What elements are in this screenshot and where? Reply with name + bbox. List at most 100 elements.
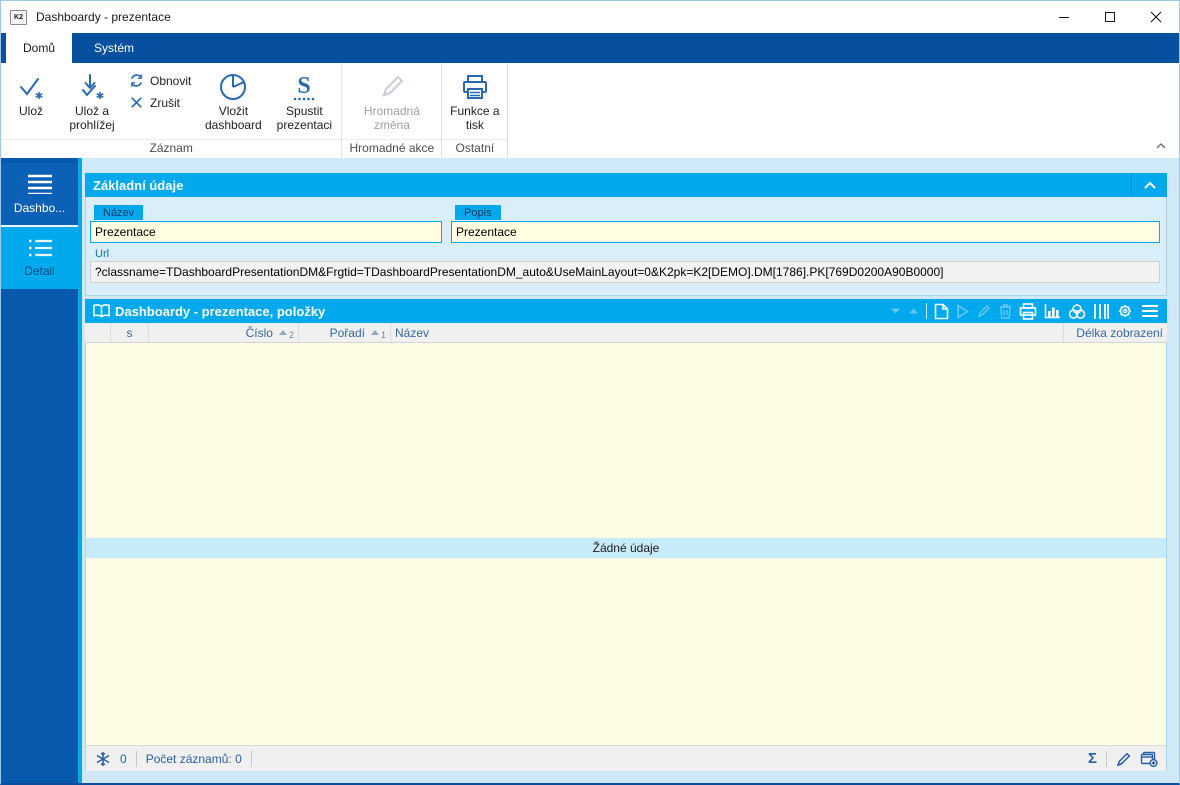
ribbon-collapse-button[interactable] — [1155, 137, 1167, 155]
chart-button[interactable] — [1044, 303, 1061, 319]
close-button[interactable] — [1133, 1, 1179, 33]
column-header-poradi[interactable]: Pořadí 1 — [299, 323, 391, 342]
name-input[interactable] — [90, 221, 442, 243]
cancel-button[interactable]: Zrušit — [129, 95, 191, 110]
grid-body[interactable]: Žádné údaje — [85, 343, 1167, 745]
bulk-edit-pencil-icon — [377, 69, 407, 105]
bulk-change-label: Hromadná změna — [363, 104, 420, 132]
functions-print-button[interactable]: Funkce a tisk — [444, 65, 505, 133]
pie-chart-icon — [217, 69, 249, 105]
insert-dashboard-label: Vložit dashboard — [205, 104, 262, 132]
quick-edit-button[interactable] — [1116, 751, 1132, 767]
name-field-group: Název — [90, 203, 442, 243]
refresh-icon — [129, 73, 144, 88]
chevron-up-icon — [1143, 181, 1156, 189]
sort-order-badge: 2 — [288, 330, 294, 340]
reports-button[interactable] — [1068, 303, 1086, 320]
bulk-change-button: Hromadná změna — [346, 65, 438, 133]
maximize-button[interactable] — [1087, 1, 1133, 33]
content-area: Dashbo... Detail Základní údaje Název Pr… — [1, 158, 1179, 783]
ribbon-group-hromadne-akce: Hromadná změna Hromadné akce — [342, 63, 443, 158]
printer-icon — [460, 69, 490, 105]
group-label-hromadne-akce: Hromadné akce — [342, 139, 442, 158]
basic-panel-title: Základní údaje — [93, 177, 184, 193]
sidebar-item-label: Dashbo... — [13, 200, 66, 215]
run-presentation-button[interactable]: S Spustit prezentaci — [269, 65, 339, 133]
url-field-label: Url — [95, 248, 110, 260]
url-input[interactable] — [90, 261, 1160, 283]
description-input[interactable] — [451, 221, 1160, 243]
save-check-icon — [16, 69, 46, 105]
tab-domu[interactable]: Domů — [6, 33, 73, 63]
group-label-ostatni: Ostatní — [442, 139, 508, 158]
app-window: K2 Dashboardy - prezentace Domů Systém U… — [0, 0, 1180, 785]
statusbar-separator — [135, 750, 137, 767]
menu-bars-icon — [27, 174, 53, 194]
window-controls — [1041, 1, 1179, 33]
description-field-label: Popis — [455, 205, 501, 220]
move-up-button — [908, 307, 919, 315]
run-item-button — [956, 303, 969, 319]
ribbon-group-zaznam: Ulož Ulož a prohlížej Obnovit Zrušit Vlo… — [1, 63, 343, 158]
column-header-marker[interactable] — [85, 323, 111, 342]
sum-button[interactable]: Σ — [1088, 750, 1097, 767]
print-grid-button[interactable] — [1019, 302, 1037, 320]
move-down-button — [890, 307, 901, 315]
minimize-button[interactable] — [1041, 1, 1087, 33]
column-header-delka-zobrazeni[interactable]: Délka zobrazení — [1063, 323, 1167, 342]
add-form-button[interactable] — [1140, 751, 1158, 767]
settings-gear-button[interactable] — [1116, 303, 1134, 320]
grid-menu-button[interactable] — [1141, 304, 1159, 318]
snowflake-icon — [95, 751, 111, 767]
refresh-button[interactable]: Obnovit — [129, 73, 191, 88]
sidebar-item-dashboardy[interactable]: Dashbo... — [1, 163, 78, 227]
cancel-label: Zrušit — [150, 95, 180, 110]
basic-panel-body: Název Popis Url — [85, 197, 1167, 296]
sort-asc-icon — [370, 330, 379, 335]
statusbar-separator — [1106, 750, 1107, 767]
locked-count: 0 — [120, 751, 127, 766]
delete-record-button — [999, 303, 1012, 319]
items-grid-panel: Dashboardy - prezentace, položky s Číslo… — [85, 299, 1167, 771]
run-presentation-label: Spustit prezentaci — [276, 104, 333, 132]
insert-dashboard-button[interactable]: Vložit dashboard — [197, 65, 269, 133]
tab-system[interactable]: Systém — [77, 33, 151, 63]
minimize-icon — [1059, 17, 1069, 18]
grid-toolbar — [890, 302, 1167, 320]
save-button[interactable]: Ulož — [3, 65, 59, 119]
sidebar-item-label: Detail — [24, 263, 55, 278]
new-record-button[interactable] — [934, 303, 949, 320]
columns-button[interactable] — [1093, 303, 1109, 320]
ribbon-tab-band: Domů Systém — [1, 33, 1179, 63]
edit-record-button — [976, 303, 992, 319]
collapse-panel-button[interactable] — [1131, 173, 1167, 197]
close-icon — [1150, 11, 1162, 23]
record-count: Počet záznamů: 0 — [145, 751, 242, 766]
sort-order-badge: 1 — [380, 330, 386, 340]
sidebar-item-detail[interactable]: Detail — [1, 227, 78, 289]
small-button-stack: Obnovit Zrušit — [125, 65, 197, 110]
grid-panel-header: Dashboardy - prezentace, položky — [85, 299, 1167, 323]
ribbon: Ulož Ulož a prohlížej Obnovit Zrušit Vlo… — [1, 63, 1179, 158]
presentation-s-icon: S — [288, 69, 320, 105]
maximize-icon — [1105, 12, 1115, 22]
url-field-group: Url — [90, 248, 1160, 283]
basic-panel-header: Základní údaje — [85, 173, 1167, 197]
save-view-icon — [77, 69, 107, 105]
refresh-label: Obnovit — [150, 73, 192, 88]
column-header-nazev[interactable]: Název — [391, 323, 1063, 342]
ribbon-group-ostatni: Funkce a tisk Ostatní — [442, 63, 509, 158]
group-label-zaznam: Záznam — [1, 139, 342, 158]
column-header-cislo[interactable]: Číslo 2 — [149, 323, 299, 342]
empty-data-message: Žádné údaje — [86, 538, 1166, 558]
column-header-s[interactable]: s — [111, 323, 149, 342]
grid-column-headers: s Číslo 2 Pořadí 1 Název Délka zobrazení — [85, 323, 1167, 343]
save-and-view-label: Ulož a prohlížej — [69, 104, 115, 132]
toolbar-separator — [926, 303, 927, 319]
cancel-x-icon — [129, 95, 144, 110]
grid-status-bar: 0 Počet záznamů: 0 Σ — [85, 745, 1167, 771]
save-and-view-button[interactable]: Ulož a prohlížej — [59, 65, 125, 133]
window-title: Dashboardy - prezentace — [36, 10, 171, 24]
chevron-up-icon — [1156, 143, 1166, 149]
name-field-label: Název — [94, 205, 144, 220]
